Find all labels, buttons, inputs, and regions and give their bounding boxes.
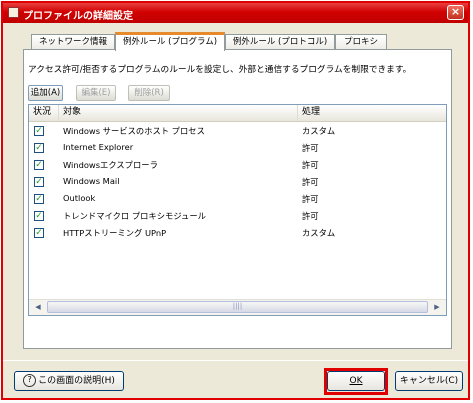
list-row[interactable]: ✓ Windows サービスのホスト プロセス カスタム: [29, 123, 446, 139]
horizontal-scrollbar[interactable]: ◀ |||| ▶: [29, 299, 446, 315]
help-icon: ?: [23, 374, 37, 387]
list-row[interactable]: ✓ Internet Explorer 許可: [29, 140, 446, 156]
row-checkbox[interactable]: ✓: [34, 126, 44, 136]
row-checkbox[interactable]: ✓: [34, 160, 44, 170]
row-action: カスタム: [302, 126, 336, 136]
footer-divider: [3, 360, 468, 361]
row-checkbox[interactable]: ✓: [34, 194, 44, 204]
edit-button[interactable]: 編集(E): [76, 85, 116, 101]
tab-network-info[interactable]: ネットワーク情報: [31, 34, 115, 50]
row-action: 許可: [302, 177, 319, 187]
list-row[interactable]: ✓ Outlook 許可: [29, 191, 446, 207]
edit-button-label: 編集(E): [81, 88, 111, 98]
add-button[interactable]: 追加(A): [28, 85, 63, 101]
window-title: プロファイルの詳細設定: [23, 11, 133, 22]
scroll-left-icon[interactable]: ◀: [31, 301, 45, 314]
cancel-button-label: キャンセル(C): [399, 376, 459, 386]
row-action: 許可: [302, 143, 319, 153]
tab-exception-programs[interactable]: 例外ルール (プログラム): [115, 32, 225, 51]
list-row[interactable]: ✓ Windowsエクスプローラ 許可: [29, 157, 446, 173]
row-checkbox[interactable]: ✓: [34, 143, 44, 153]
row-target: トレンドマイクロ プロキシモジュール: [63, 211, 206, 221]
scroll-grip-icon: ||||: [232, 302, 243, 310]
row-target: Windows Mail: [63, 176, 120, 186]
ok-button[interactable]: OK: [327, 371, 385, 391]
list-row[interactable]: ✓ HTTPストリーミング UPnP カスタム: [29, 225, 446, 241]
tab-proxy[interactable]: プロキシ: [335, 34, 387, 50]
add-button-label: 追加(A): [30, 88, 61, 98]
dialog-window: プロファイルの詳細設定 × ネットワーク情報 例外ルール (プログラム) 例外ル…: [1, 1, 470, 400]
delete-button-label: 削除(R): [134, 88, 164, 98]
program-rules-list[interactable]: 状況 対象 処理 ✓ Windows サービスのホスト プロセス カスタム ✓ …: [28, 104, 447, 316]
row-target: Windowsエクスプローラ: [63, 160, 158, 170]
row-target: Windows サービスのホスト プロセス: [63, 126, 205, 136]
delete-button[interactable]: 削除(R): [128, 85, 170, 101]
row-target: HTTPストリーミング UPnP: [63, 228, 167, 238]
list-header: 状況 対象 処理: [29, 105, 446, 122]
row-action: 許可: [302, 211, 319, 221]
tab-panel: アクセス許可/拒否するプログラムのルールを設定し、外部と通信するプログラムを制限…: [23, 49, 452, 349]
scroll-right-icon[interactable]: ▶: [430, 301, 444, 314]
row-action: カスタム: [302, 228, 336, 238]
row-checkbox[interactable]: ✓: [34, 228, 44, 238]
close-button[interactable]: ×: [447, 5, 464, 20]
panel-description: アクセス許可/拒否するプログラムのルールを設定し、外部と通信するプログラムを制限…: [28, 65, 412, 75]
row-target: Outlook: [63, 193, 96, 203]
list-row[interactable]: ✓ トレンドマイクロ プロキシモジュール 許可: [29, 208, 446, 224]
column-header-target[interactable]: 対象: [59, 105, 298, 121]
cancel-button[interactable]: キャンセル(C): [395, 371, 463, 391]
row-action: 許可: [302, 194, 319, 204]
list-row[interactable]: ✓ Windows Mail 許可: [29, 174, 446, 190]
help-button-label: この画面の説明(H): [38, 376, 115, 386]
column-header-status[interactable]: 状況: [29, 105, 59, 121]
ok-button-label: OK: [349, 376, 363, 386]
title-bar: プロファイルの詳細設定 ×: [3, 3, 468, 23]
row-action: 許可: [302, 160, 319, 170]
app-icon: [8, 7, 19, 18]
row-checkbox[interactable]: ✓: [34, 177, 44, 187]
column-header-action[interactable]: 処理: [298, 105, 446, 121]
tab-exception-protocols[interactable]: 例外ルール (プロトコル): [225, 34, 335, 50]
help-button[interactable]: ? この画面の説明(H): [14, 371, 124, 391]
row-target: Internet Explorer: [63, 142, 134, 152]
close-icon: ×: [450, 5, 461, 18]
row-checkbox[interactable]: ✓: [34, 211, 44, 221]
scroll-thumb[interactable]: ||||: [47, 301, 428, 313]
